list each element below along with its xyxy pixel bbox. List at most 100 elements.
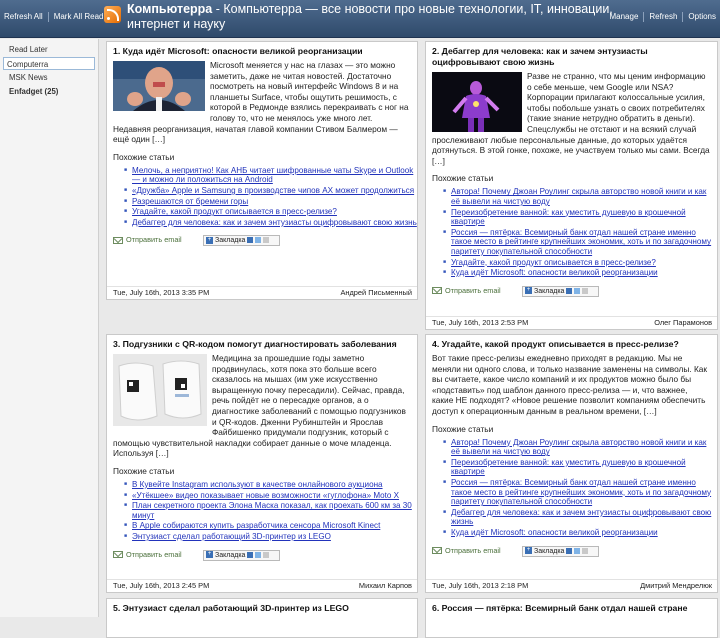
plus-icon: + — [525, 547, 532, 555]
similar-articles-label: Похожие статьи — [113, 465, 175, 476]
article-text: Вот такие пресс-релизы ежедневно приходя… — [432, 353, 708, 416]
similar-article-link[interactable]: Мелочь, а неприятно! Как АНБ читает шифр… — [124, 166, 417, 185]
article-body: Медицина за прошедшие годы заметно продв… — [107, 350, 417, 459]
mail-icon — [432, 287, 442, 295]
share-icon — [255, 237, 262, 244]
similar-articles-list: Автора! Почему Джоан Роулинг скрыла авто… — [426, 187, 717, 277]
feed-title-name: Компьютерра — [127, 2, 213, 16]
send-email-link[interactable]: Отправить email — [445, 286, 501, 295]
send-email-link[interactable]: Отправить email — [126, 235, 182, 244]
share-icon — [566, 547, 573, 554]
diapers-photo[interactable] — [113, 354, 207, 426]
share-icon — [582, 287, 589, 294]
share-icon — [574, 287, 581, 294]
article-date: Tue, July 16th, 2013 2:53 PM — [432, 318, 529, 327]
sidebar-item-msk-news[interactable]: MSK News — [3, 71, 95, 84]
article-grid: 1. Куда идёт Microsoft: опасности велико… — [100, 39, 720, 638]
article-footer: Tue, July 16th, 2013 2:18 PM Дмитрий Мен… — [426, 579, 717, 592]
plus-icon: + — [525, 287, 532, 295]
similar-article-link[interactable]: Куда идёт Microsoft: опасности великой р… — [443, 268, 717, 278]
share-icon — [255, 551, 262, 558]
similar-article-link[interactable]: Дебаггер для человека: как и зачем энтуз… — [124, 218, 417, 228]
share-icon — [574, 547, 581, 554]
article-author: Андрей Письменный — [340, 288, 412, 297]
mail-icon — [432, 547, 442, 555]
bookmark-button[interactable]: + Закладка — [522, 545, 599, 557]
refresh-all-button[interactable]: Refresh All — [4, 12, 43, 21]
similar-article-link[interactable]: Россия — пятёрка: Всемирный банк отдал н… — [443, 478, 717, 507]
article-actions: Отправить email + Закладка — [426, 285, 717, 300]
similar-article-link[interactable]: «Дружба» Apple и Samsung в производстве … — [124, 186, 417, 196]
article-card: 2. Дебаггер для человека: как и зачем эн… — [425, 41, 718, 330]
article-title[interactable]: 6. Россия — пятёрка: Всемирный банк отда… — [426, 599, 717, 614]
article-card: 3. Подгузники с QR-кодом помогут диагнос… — [106, 334, 418, 593]
article-title[interactable]: 3. Подгузники с QR-кодом помогут диагнос… — [107, 335, 417, 350]
article-title[interactable]: 1. Куда идёт Microsoft: опасности велико… — [107, 42, 417, 57]
similar-articles-label: Похожие статьи — [113, 151, 175, 162]
share-icon — [247, 551, 254, 558]
similar-article-link[interactable]: Куда идёт Microsoft: опасности великой р… — [443, 528, 717, 538]
bookmark-button[interactable]: + Закладка — [203, 235, 280, 247]
bookmark-label: Закладка — [215, 237, 246, 245]
rss-feed-icon — [104, 6, 121, 23]
send-email-link[interactable]: Отправить email — [445, 546, 501, 555]
options-button[interactable]: Options — [688, 12, 716, 21]
article-actions: Отправить email + Закладка — [107, 235, 417, 249]
similar-article-link[interactable]: Дебаггер для человека: как и зачем энтуз… — [443, 508, 717, 527]
similar-article-link[interactable]: План секретного проекта Элона Маска пока… — [124, 501, 417, 520]
manage-button[interactable]: Manage — [609, 12, 638, 21]
similar-article-link[interactable]: Автора! Почему Джоан Роулинг скрыла авто… — [443, 438, 717, 457]
similar-article-link[interactable]: Автора! Почему Джоан Роулинг скрыла авто… — [443, 187, 717, 206]
toolbar-right: Manage Refresh Options — [609, 12, 716, 22]
top-toolbar: Refresh All Mark All Read Компьютерра - К… — [0, 0, 720, 38]
share-icon — [263, 551, 270, 558]
similar-article-link[interactable]: Энтузиаст сделал работающий 3D-принтер и… — [124, 532, 417, 542]
share-icon — [247, 237, 254, 244]
similar-articles-label: Похожие статьи — [432, 423, 494, 434]
article-footer: Tue, July 16th, 2013 3:35 PM Андрей Пись… — [107, 286, 417, 299]
article-date: Tue, July 16th, 2013 3:35 PM — [113, 288, 210, 297]
bookmark-label: Закладка — [534, 547, 565, 555]
similar-articles-list: Автора! Почему Джоан Роулинг скрыла авто… — [426, 438, 717, 538]
send-email-link[interactable]: Отправить email — [126, 550, 182, 559]
similar-article-link[interactable]: Переизобретение ванной: как уместить душ… — [443, 208, 717, 227]
similar-article-link[interactable]: В Кувейте Instagram используют в качеств… — [124, 480, 417, 490]
article-body: Разве не странно, что мы ценим информаци… — [426, 68, 717, 166]
similar-articles-label: Похожие статьи — [432, 173, 494, 184]
article-body: Вот такие пресс-релизы ежедневно приходя… — [426, 350, 717, 417]
share-icon — [582, 547, 589, 554]
article-title[interactable]: 4. Угадайте, какой продукт описывается в… — [426, 335, 717, 350]
sidebar-item-computerra[interactable]: Computerra — [3, 57, 95, 70]
toolbar-left: Refresh All Mark All Read — [4, 12, 103, 22]
sidebar: Read Later Computerra MSK News Enfadget … — [0, 39, 99, 617]
article-actions: Отправить email + Закладка — [107, 549, 417, 564]
article-card: 4. Угадайте, какой продукт описывается в… — [425, 334, 718, 593]
article-author: Дмитрий Мендрелюк — [640, 581, 712, 590]
similar-article-link[interactable]: Угадайте, какой продукт описывается в пр… — [443, 258, 717, 268]
neon-figure-photo[interactable] — [432, 72, 522, 132]
sidebar-item-enfadget[interactable]: Enfadget (25) — [3, 85, 95, 98]
article-footer: Tue, July 16th, 2013 2:53 PM Олег Парамо… — [426, 316, 717, 329]
article-author: Михаил Карпов — [358, 581, 412, 590]
mail-icon — [113, 236, 123, 244]
similar-article-link[interactable]: Разрешаются от бремени горы — [124, 197, 417, 207]
article-actions: Отправить email + Закладка — [426, 545, 717, 560]
similar-article-link[interactable]: В Apple собираются купить разработчика с… — [124, 521, 417, 531]
similar-article-link[interactable]: «Утёкшее» видео показывает новые возможн… — [124, 491, 417, 501]
bookmark-button[interactable]: + Закладка — [522, 285, 599, 297]
article-card: 5. Энтузиаст сделал работающий 3D-принте… — [106, 598, 418, 638]
sidebar-item-read-later[interactable]: Read Later — [3, 43, 95, 56]
article-body: Microsoft меняется у нас на глазах — это… — [107, 57, 417, 145]
refresh-button[interactable]: Refresh — [649, 12, 677, 21]
mark-all-read-button[interactable]: Mark All Read — [54, 12, 104, 21]
article-footer: Tue, July 16th, 2013 2:45 PM Михаил Карп… — [107, 579, 417, 592]
article-card: 1. Куда идёт Microsoft: опасности велико… — [106, 41, 418, 300]
similar-article-link[interactable]: Переизобретение ванной: как уместить душ… — [443, 458, 717, 477]
toolbar-divider — [643, 12, 645, 22]
similar-article-link[interactable]: Россия — пятёрка: Всемирный банк отдал н… — [443, 228, 717, 257]
article-title[interactable]: 2. Дебаггер для человека: как и зачем эн… — [426, 42, 717, 68]
article-title[interactable]: 5. Энтузиаст сделал работающий 3D-принте… — [107, 599, 417, 614]
bookmark-button[interactable]: + Закладка — [203, 549, 280, 561]
ballmer-photo[interactable] — [113, 61, 205, 111]
similar-article-link[interactable]: Угадайте, какой продукт описывается в пр… — [124, 207, 417, 217]
